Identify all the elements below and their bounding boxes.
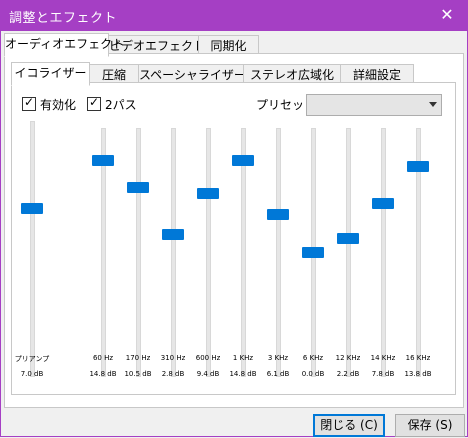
checkmark-icon: ✓ — [24, 95, 35, 109]
chevron-down-icon — [429, 102, 437, 107]
slider-track-band-7 — [346, 128, 351, 377]
preset-dropdown[interactable] — [306, 94, 442, 116]
slider-thumb-band-6[interactable] — [302, 247, 324, 258]
close-button[interactable]: 閉じる (C) — [313, 414, 385, 437]
slider-thumb-band-7[interactable] — [337, 233, 359, 244]
freq-label-preamp: プリアンプ — [14, 355, 50, 363]
title-bar: 調整とエフェクト ✕ — [0, 0, 468, 31]
two-pass-checkbox[interactable]: ✓ — [87, 95, 101, 111]
freq-label-band-9: 16 KHz — [405, 354, 431, 362]
gain-label-preamp: 7.0 dB — [20, 370, 44, 378]
slider-thumb-band-0[interactable] — [92, 155, 114, 166]
slider-track-band-5 — [276, 128, 281, 377]
close-icon[interactable]: ✕ — [436, 4, 458, 26]
slider-thumb-band-2[interactable] — [162, 229, 184, 240]
enable-label: 有効化 — [40, 98, 77, 112]
slider-track-band-2 — [171, 128, 176, 377]
slider-thumb-band-9[interactable] — [407, 161, 429, 172]
slider-thumb-band-3[interactable] — [197, 188, 219, 199]
checkmark-icon: ✓ — [89, 95, 100, 109]
slider-thumb-band-4[interactable] — [232, 155, 254, 166]
slider-track-preamp — [30, 121, 35, 377]
slider-track-band-8 — [381, 128, 386, 377]
two-pass-label: 2パス — [105, 98, 137, 112]
save-button[interactable]: 保存 (S) — [395, 414, 465, 437]
subtab-equalizer[interactable]: イコライザー — [11, 62, 90, 86]
enable-checkbox[interactable]: ✓ — [22, 95, 36, 111]
tab-audio-effects[interactable]: オーディオエフェクト — [4, 33, 124, 57]
slider-thumb-band-8[interactable] — [372, 198, 394, 209]
gain-label-band-9: 13.8 dB — [404, 370, 432, 378]
slider-track-band-3 — [206, 128, 211, 377]
equalizer-panel — [11, 82, 456, 395]
slider-thumb-band-1[interactable] — [127, 182, 149, 193]
slider-thumb-preamp[interactable] — [21, 203, 43, 214]
window-title: 調整とエフェクト — [9, 11, 118, 26]
slider-thumb-band-5[interactable] — [267, 209, 289, 220]
slider-track-band-1 — [136, 128, 141, 377]
